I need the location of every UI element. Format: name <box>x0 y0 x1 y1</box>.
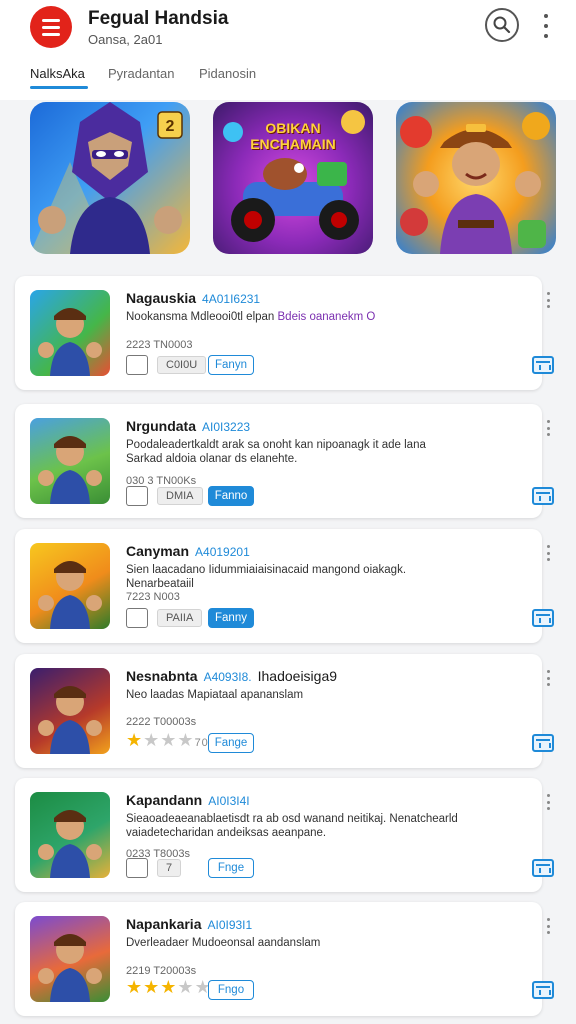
game-pill: DMIA <box>157 487 203 505</box>
active-tab-indicator <box>30 86 88 89</box>
calendar-icon[interactable] <box>532 981 554 999</box>
game-title[interactable]: Nagauskia 4A01I6231 <box>126 290 260 306</box>
card-more-icon[interactable] <box>544 794 552 810</box>
calendar-icon[interactable] <box>532 487 554 505</box>
game-description: Neo laadas Mapiataal apananslam <box>126 689 304 701</box>
game-pill: C0I0U <box>157 356 207 374</box>
game-description: Dverleadaer Mudoeonsal aandanslam <box>126 937 321 949</box>
tab-bar: NalksAka Pyradantan Pidanosin <box>0 62 576 90</box>
game-tag: Ihadoeisiga9 <box>257 668 338 684</box>
menu-icon[interactable] <box>30 6 72 48</box>
play-button[interactable]: Fanny <box>208 608 254 628</box>
game-id: 4A01I6231 <box>202 292 261 306</box>
game-description: Sieaoadeaeanablaetisdt ra ab osd wanand … <box>126 813 458 839</box>
play-button[interactable]: Fngo <box>208 980 254 1000</box>
star-icon[interactable]: ★ <box>160 977 177 997</box>
game-title[interactable]: Nrgundata AI0I3223 <box>126 418 250 434</box>
game-pill: 7 <box>157 859 182 877</box>
tab-pidanosin[interactable]: Pidanosin <box>199 66 256 81</box>
play-button[interactable]: Fnge <box>208 858 254 878</box>
game-id: AI0I93I1 <box>207 918 253 932</box>
star-icon[interactable]: ★ <box>160 730 177 750</box>
game-title[interactable]: Napankaria AI0I93I1 <box>126 916 252 932</box>
game-meta: 7223 N003 <box>126 591 180 603</box>
calendar-icon[interactable] <box>532 734 554 752</box>
tab-nalksaka[interactable]: NalksAka <box>30 66 85 81</box>
featured-racing-title: OBIKAN ENCHAMAIN <box>250 120 336 152</box>
game-thumbnail[interactable] <box>30 290 110 376</box>
game-meta: 2223 TN0003 <box>126 339 193 351</box>
star-icon[interactable]: ★ <box>126 730 143 750</box>
rating-text: 70 <box>194 737 209 749</box>
game-pill: PAIIA <box>157 609 203 627</box>
app-header: Fegual Handsia Oansa, 2a01 NalksAka Pyra… <box>0 0 576 100</box>
calendar-icon[interactable] <box>532 356 554 374</box>
app-subtitle: Oansa, 2a01 <box>88 32 163 47</box>
play-button[interactable]: Fanyn <box>208 355 254 375</box>
description-highlight: Bdeis oananekm O <box>277 311 376 323</box>
like-icon[interactable] <box>126 858 148 878</box>
star-icon[interactable]: ★ <box>177 730 194 750</box>
card-more-icon[interactable] <box>544 545 552 561</box>
more-options-icon[interactable] <box>538 14 554 38</box>
play-button[interactable]: Fange <box>208 733 254 753</box>
game-thumbnail[interactable] <box>30 792 110 878</box>
star-icon[interactable]: ★ <box>143 977 160 997</box>
game-thumbnail[interactable] <box>30 916 110 1002</box>
card-more-icon[interactable] <box>544 670 552 686</box>
game-card[interactable]: Nesnabnta A4093I8. Ihadoeisiga9 Neo laadas… <box>15 654 554 768</box>
game-id: A4093I8. <box>203 670 252 684</box>
game-id: AI0I3223 <box>202 420 251 434</box>
game-description: Poodaleadertkaldt arak sa onoht kan nipo… <box>126 439 426 465</box>
card-more-icon[interactable] <box>544 918 552 934</box>
game-card[interactable]: Nagauskia 4A01I6231 Nookansma Mdleooi0tl … <box>15 276 554 390</box>
like-icon[interactable] <box>126 608 148 628</box>
search-icon[interactable] <box>485 8 519 42</box>
game-thumbnail[interactable] <box>30 418 110 504</box>
game-description: Sien laacadano Iidummiaiaisinacaid mango… <box>126 564 407 590</box>
star-rating[interactable]: ★★★★★ <box>126 977 212 998</box>
like-icon[interactable] <box>126 486 148 506</box>
game-id: A4019201 <box>195 545 250 559</box>
game-card[interactable]: Napankaria AI0I93I1 Dverleadaer Mudoeonsa… <box>15 902 554 1016</box>
game-meta: 2222 T00003s <box>126 716 197 728</box>
star-icon[interactable]: ★ <box>126 977 143 997</box>
game-meta: 2219 T20003s <box>126 965 197 977</box>
card-more-icon[interactable] <box>544 292 552 308</box>
star-rating[interactable]: ★★★★70 <box>126 730 209 751</box>
game-description: Nookansma Mdleooi0tl elpan Bdeis oananek… <box>126 311 376 323</box>
play-button[interactable]: Fanno <box>208 486 254 506</box>
featured-racing-banner[interactable]: OBIKAN ENCHAMAIN <box>213 102 373 254</box>
game-title[interactable]: Kapandann AI0I3I4I <box>126 792 250 808</box>
game-card[interactable]: Canyman A4019201 Sien laacadano Iidummiai… <box>15 529 554 643</box>
featured-adventure-banner[interactable] <box>396 102 556 254</box>
game-title[interactable]: Nesnabnta A4093I8. Ihadoeisiga9 <box>126 668 337 684</box>
featured-badge: 2 <box>166 118 175 135</box>
app-title: Fegual Handsia <box>88 8 229 29</box>
calendar-icon[interactable] <box>532 609 554 627</box>
star-icon[interactable]: ★ <box>143 730 160 750</box>
card-more-icon[interactable] <box>544 420 552 436</box>
game-id: AI0I3I4I <box>208 794 250 808</box>
game-title[interactable]: Canyman A4019201 <box>126 543 250 559</box>
game-card[interactable]: Nrgundata AI0I3223 Poodaleadertkaldt arak… <box>15 404 554 518</box>
featured-hero-banner[interactable]: 2 <box>30 102 190 254</box>
calendar-icon[interactable] <box>532 859 554 877</box>
star-icon[interactable]: ★ <box>177 977 194 997</box>
tab-pyradantan[interactable]: Pyradantan <box>108 66 175 81</box>
game-thumbnail[interactable] <box>30 543 110 629</box>
game-thumbnail[interactable] <box>30 668 110 754</box>
game-card[interactable]: Kapandann AI0I3I4I Sieaoadeaeanablaetisdt… <box>15 778 554 892</box>
like-icon[interactable] <box>126 355 148 375</box>
